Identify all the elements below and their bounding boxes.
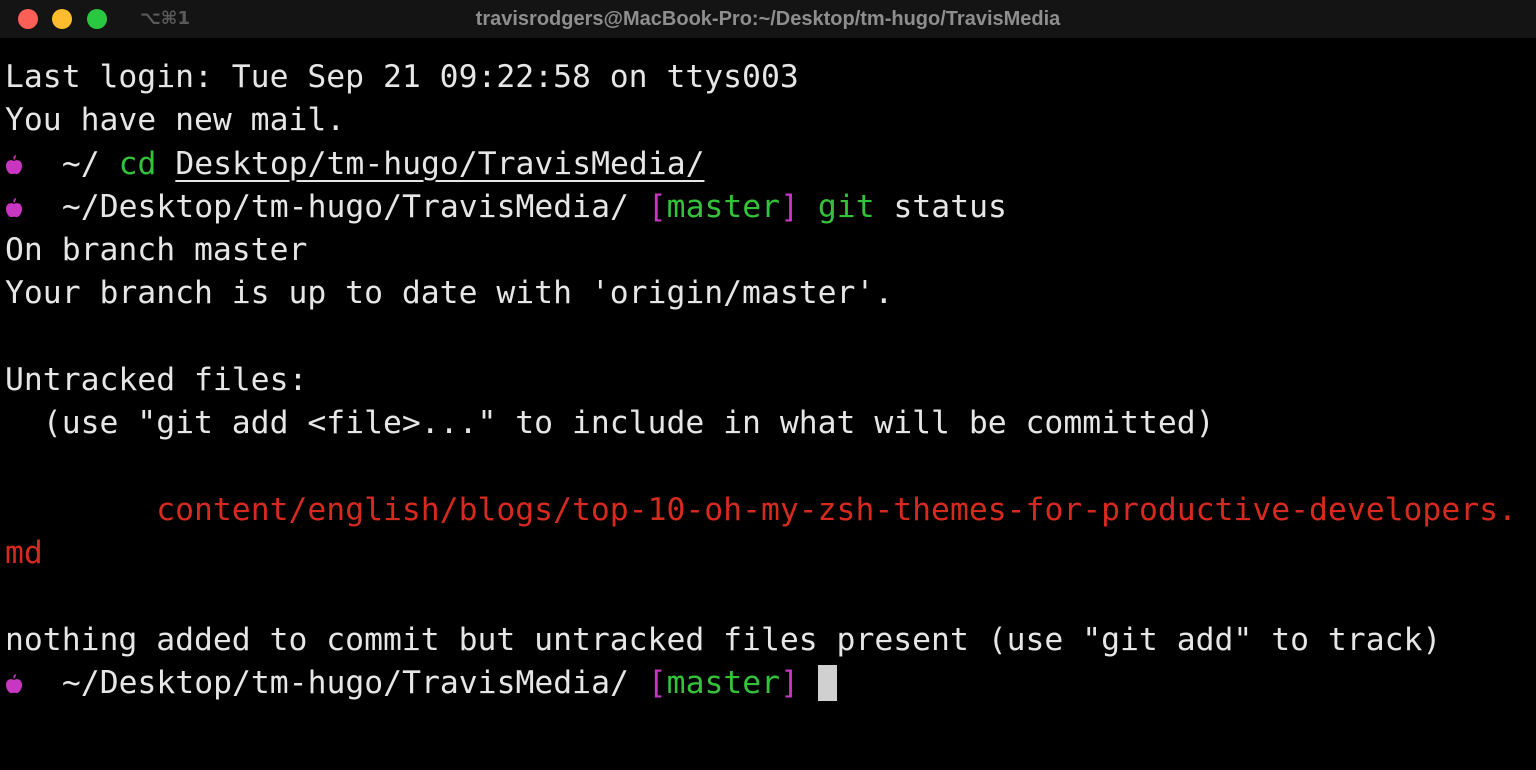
git-branch-name: master	[666, 188, 781, 225]
mail-notice-line: You have new mail.	[5, 102, 346, 139]
command-name: cd	[118, 145, 157, 182]
terminal-output[interactable]: Last login: Tue Sep 21 09:22:58 on ttys0…	[5, 56, 1536, 705]
apple-icon	[5, 664, 43, 707]
untracked-file-path: content/english/blogs/top-10-oh-my-zsh-t…	[156, 491, 1517, 528]
prompt-line-cd: ~/ cd Desktop/tm-hugo/TravisMedia/	[5, 143, 1536, 186]
untracked-file-line-wrap: md	[5, 535, 43, 572]
untracked-hint-line: (use "git add <file>..." to include in w…	[5, 405, 1215, 442]
prompt-directory: ~/	[43, 145, 119, 182]
terminal-window: ⌥⌘1 travisrodgers@MacBook-Pro:~/Desktop/…	[0, 0, 1536, 770]
text-cursor[interactable]	[817, 665, 837, 702]
prompt-line-git-status: ~/Desktop/tm-hugo/TravisMedia/ [master] …	[5, 186, 1536, 229]
command-argument: status	[874, 188, 1007, 225]
apple-icon	[5, 145, 43, 188]
prompt-line-current[interactable]: ~/Desktop/tm-hugo/TravisMedia/ [master]	[5, 662, 1536, 705]
command-argument-path[interactable]: Desktop/tm-hugo/TravisMedia/	[175, 146, 704, 182]
window-title: travisrodgers@MacBook-Pro:~/Desktop/tm-h…	[475, 8, 1061, 30]
on-branch-line: On branch master	[5, 232, 308, 269]
command-name: git	[817, 188, 875, 225]
git-branch-name: master	[666, 665, 781, 702]
prompt-directory: ~/Desktop/tm-hugo/TravisMedia/	[43, 665, 648, 702]
branch-bracket-open: [	[647, 665, 667, 702]
title-bar[interactable]: ⌥⌘1 travisrodgers@MacBook-Pro:~/Desktop/…	[0, 0, 1536, 38]
prompt-directory: ~/Desktop/tm-hugo/TravisMedia/	[43, 188, 648, 225]
untracked-file-line: content/english/blogs/top-10-oh-my-zsh-t…	[5, 489, 1536, 532]
nothing-added-line: nothing added to commit but untracked fi…	[5, 621, 1442, 658]
up-to-date-line: Your branch is up to date with 'origin/m…	[5, 275, 894, 312]
branch-bracket-open: [	[647, 188, 667, 225]
branch-bracket-close: ]	[780, 665, 799, 702]
untracked-header-line: Untracked files:	[5, 362, 308, 399]
last-login-line: Last login: Tue Sep 21 09:22:58 on ttys0…	[5, 59, 799, 95]
branch-bracket-close: ]	[780, 188, 799, 225]
apple-icon	[5, 188, 43, 231]
